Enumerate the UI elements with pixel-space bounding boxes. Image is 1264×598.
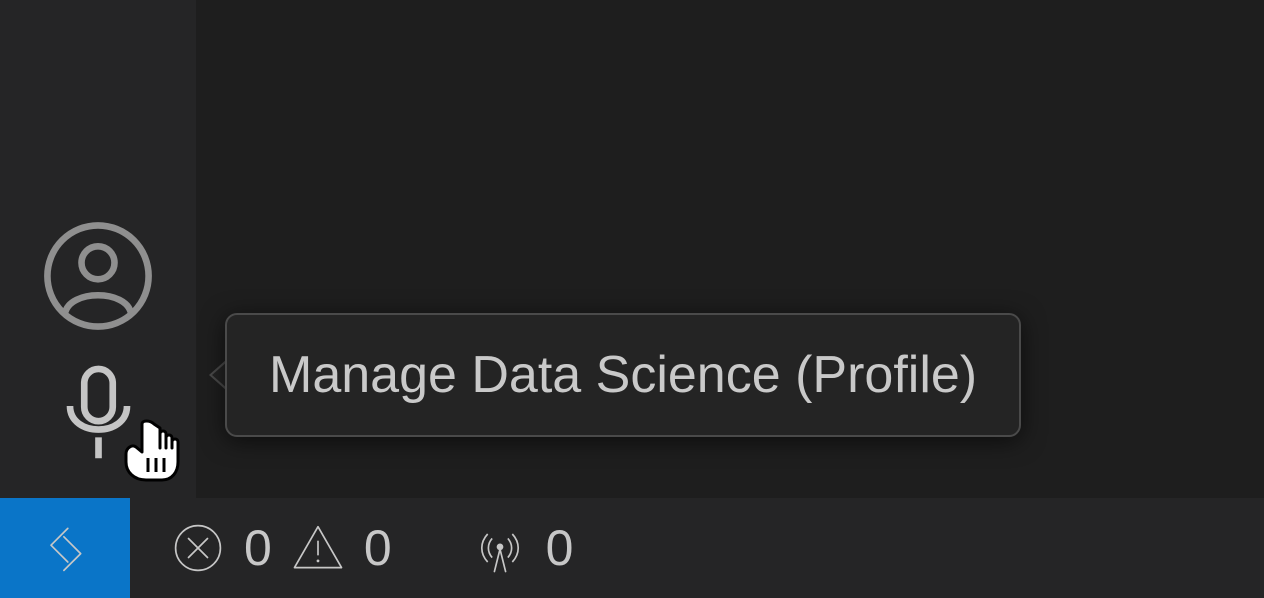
warning-icon: [290, 520, 346, 576]
ports-count: 0: [546, 519, 574, 577]
ports-status[interactable]: 0: [472, 519, 574, 577]
manage-button[interactable]: [0, 348, 196, 488]
antenna-icon: [472, 520, 528, 576]
microphone-icon: [51, 363, 146, 473]
errors-count: 0: [244, 519, 272, 577]
remote-indicator[interactable]: [0, 498, 130, 598]
accounts-button[interactable]: [0, 208, 196, 348]
tooltip-text: Manage Data Science (Profile): [269, 345, 977, 405]
error-icon: [170, 520, 226, 576]
warnings-count: 0: [364, 519, 392, 577]
person-icon: [43, 221, 153, 336]
activity-bar: [0, 0, 196, 498]
manage-tooltip: Manage Data Science (Profile): [225, 313, 1021, 437]
problems-status[interactable]: 0 0: [170, 519, 392, 577]
status-bar: 0 0 0: [0, 498, 1264, 598]
remote-icon: [37, 520, 93, 576]
